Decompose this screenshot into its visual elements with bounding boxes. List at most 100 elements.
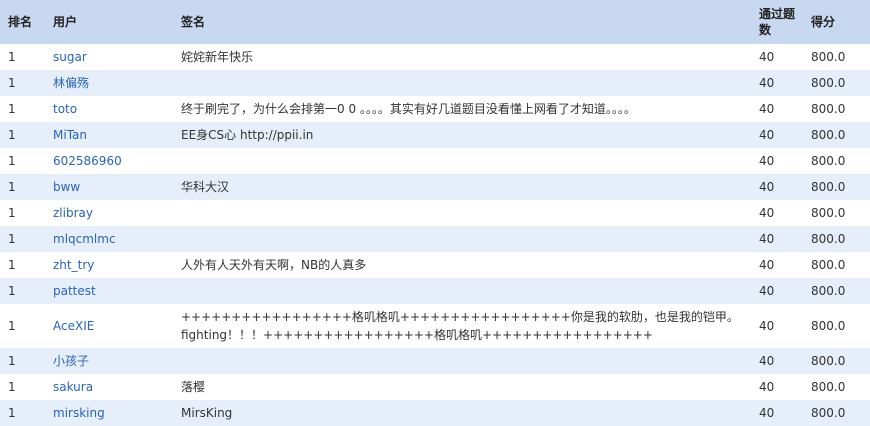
solved-cell: 40 bbox=[751, 148, 803, 174]
user-cell: 小孩子 bbox=[45, 348, 173, 374]
rank-cell: 1 bbox=[0, 200, 45, 226]
signature-cell: +++++++++++++++++格叽格叽+++++++++++++++++你是… bbox=[173, 304, 751, 348]
signature-cell bbox=[173, 200, 751, 226]
rank-cell: 1 bbox=[0, 348, 45, 374]
header-solved[interactable]: 通过题数 bbox=[751, 0, 803, 44]
solved-cell: 40 bbox=[751, 174, 803, 200]
user-cell: zlibray bbox=[45, 200, 173, 226]
score-cell: 800.0 bbox=[803, 96, 870, 122]
user-link[interactable]: zlibray bbox=[53, 206, 93, 220]
table-row: 1 MiTan EE身CS心 http://ppii.in 40 800.0 bbox=[0, 122, 870, 148]
user-cell: AceXIE bbox=[45, 304, 173, 348]
user-cell: bww bbox=[45, 174, 173, 200]
user-link[interactable]: 602586960 bbox=[53, 154, 122, 168]
rank-cell: 1 bbox=[0, 252, 45, 278]
solved-cell: 40 bbox=[751, 278, 803, 304]
table-row: 1 zlibray 40 800.0 bbox=[0, 200, 870, 226]
rank-table: 排名 用户 签名 通过题数 得分 1 sugar 姹姹新年快乐 40 800.0 1 林偏殇… bbox=[0, 0, 870, 426]
table-row: 1 AceXIE +++++++++++++++++格叽格叽++++++++++++… bbox=[0, 304, 870, 348]
user-link[interactable]: toto bbox=[53, 102, 77, 116]
solved-cell: 40 bbox=[751, 44, 803, 70]
table-row: 1 zht_try 人外有人天外有天啊，NB的人真多 40 800.0 bbox=[0, 252, 870, 278]
score-cell: 800.0 bbox=[803, 174, 870, 200]
signature-cell: MirsKing bbox=[173, 400, 751, 426]
user-link[interactable]: MiTan bbox=[53, 128, 87, 142]
user-cell: sakura bbox=[45, 374, 173, 400]
header-signature[interactable]: 签名 bbox=[173, 0, 751, 44]
table-row: 1 小孩子 40 800.0 bbox=[0, 348, 870, 374]
rank-cell: 1 bbox=[0, 174, 45, 200]
signature-cell: 华科大汉 bbox=[173, 174, 751, 200]
table-row: 1 sakura 落樱 40 800.0 bbox=[0, 374, 870, 400]
signature-cell: 落樱 bbox=[173, 374, 751, 400]
signature-cell: 终于刷完了，为什么会排第一0 0 。。。。其实有好几道题目没看懂上网看了才知道。… bbox=[173, 96, 751, 122]
table-row: 1 toto 终于刷完了，为什么会排第一0 0 。。。。其实有好几道题目没看懂上网看… bbox=[0, 96, 870, 122]
user-cell: zht_try bbox=[45, 252, 173, 278]
user-link[interactable]: mirsking bbox=[53, 406, 105, 420]
signature-cell bbox=[173, 278, 751, 304]
solved-cell: 40 bbox=[751, 400, 803, 426]
user-link[interactable]: zht_try bbox=[53, 258, 94, 272]
score-cell: 800.0 bbox=[803, 304, 870, 348]
user-cell: MiTan bbox=[45, 122, 173, 148]
user-link[interactable]: bww bbox=[53, 180, 80, 194]
user-cell: 602586960 bbox=[45, 148, 173, 174]
user-link[interactable]: mlqcmlmc bbox=[53, 232, 116, 246]
user-link[interactable]: 林偏殇 bbox=[53, 76, 89, 90]
score-cell: 800.0 bbox=[803, 374, 870, 400]
rank-cell: 1 bbox=[0, 304, 45, 348]
score-cell: 800.0 bbox=[803, 70, 870, 96]
solved-cell: 40 bbox=[751, 122, 803, 148]
user-cell: toto bbox=[45, 96, 173, 122]
score-cell: 800.0 bbox=[803, 148, 870, 174]
user-cell: mirsking bbox=[45, 400, 173, 426]
signature-cell bbox=[173, 70, 751, 96]
signature-cell: EE身CS心 http://ppii.in bbox=[173, 122, 751, 148]
signature-cell: 姹姹新年快乐 bbox=[173, 44, 751, 70]
rank-cell: 1 bbox=[0, 374, 45, 400]
signature-cell bbox=[173, 148, 751, 174]
user-cell: mlqcmlmc bbox=[45, 226, 173, 252]
score-cell: 800.0 bbox=[803, 348, 870, 374]
table-row: 1 mlqcmlmc 40 800.0 bbox=[0, 226, 870, 252]
user-cell: pattest bbox=[45, 278, 173, 304]
solved-cell: 40 bbox=[751, 70, 803, 96]
score-cell: 800.0 bbox=[803, 226, 870, 252]
user-link[interactable]: 小孩子 bbox=[53, 354, 89, 368]
rank-cell: 1 bbox=[0, 278, 45, 304]
score-cell: 800.0 bbox=[803, 122, 870, 148]
score-cell: 800.0 bbox=[803, 400, 870, 426]
rank-cell: 1 bbox=[0, 70, 45, 96]
header-user[interactable]: 用户 bbox=[45, 0, 173, 44]
table-row: 1 mirsking MirsKing 40 800.0 bbox=[0, 400, 870, 426]
table-header-row: 排名 用户 签名 通过题数 得分 bbox=[0, 0, 870, 44]
solved-cell: 40 bbox=[751, 252, 803, 278]
rank-cell: 1 bbox=[0, 226, 45, 252]
table-row: 1 pattest 40 800.0 bbox=[0, 278, 870, 304]
rank-cell: 1 bbox=[0, 148, 45, 174]
table-row: 1 602586960 40 800.0 bbox=[0, 148, 870, 174]
user-link[interactable]: pattest bbox=[53, 284, 96, 298]
score-cell: 800.0 bbox=[803, 200, 870, 226]
header-score[interactable]: 得分 bbox=[803, 0, 870, 44]
rank-cell: 1 bbox=[0, 400, 45, 426]
solved-cell: 40 bbox=[751, 200, 803, 226]
table-row: 1 sugar 姹姹新年快乐 40 800.0 bbox=[0, 44, 870, 70]
user-link[interactable]: sugar bbox=[53, 50, 87, 64]
rank-cell: 1 bbox=[0, 96, 45, 122]
user-cell: 林偏殇 bbox=[45, 70, 173, 96]
table-row: 1 bww 华科大汉 40 800.0 bbox=[0, 174, 870, 200]
solved-cell: 40 bbox=[751, 374, 803, 400]
rank-cell: 1 bbox=[0, 44, 45, 70]
user-link[interactable]: sakura bbox=[53, 380, 93, 394]
user-cell: sugar bbox=[45, 44, 173, 70]
solved-cell: 40 bbox=[751, 304, 803, 348]
table-row: 1 林偏殇 40 800.0 bbox=[0, 70, 870, 96]
signature-cell bbox=[173, 348, 751, 374]
signature-cell bbox=[173, 226, 751, 252]
solved-cell: 40 bbox=[751, 348, 803, 374]
signature-cell: 人外有人天外有天啊，NB的人真多 bbox=[173, 252, 751, 278]
user-link[interactable]: AceXIE bbox=[53, 319, 94, 333]
header-rank[interactable]: 排名 bbox=[0, 0, 45, 44]
score-cell: 800.0 bbox=[803, 44, 870, 70]
